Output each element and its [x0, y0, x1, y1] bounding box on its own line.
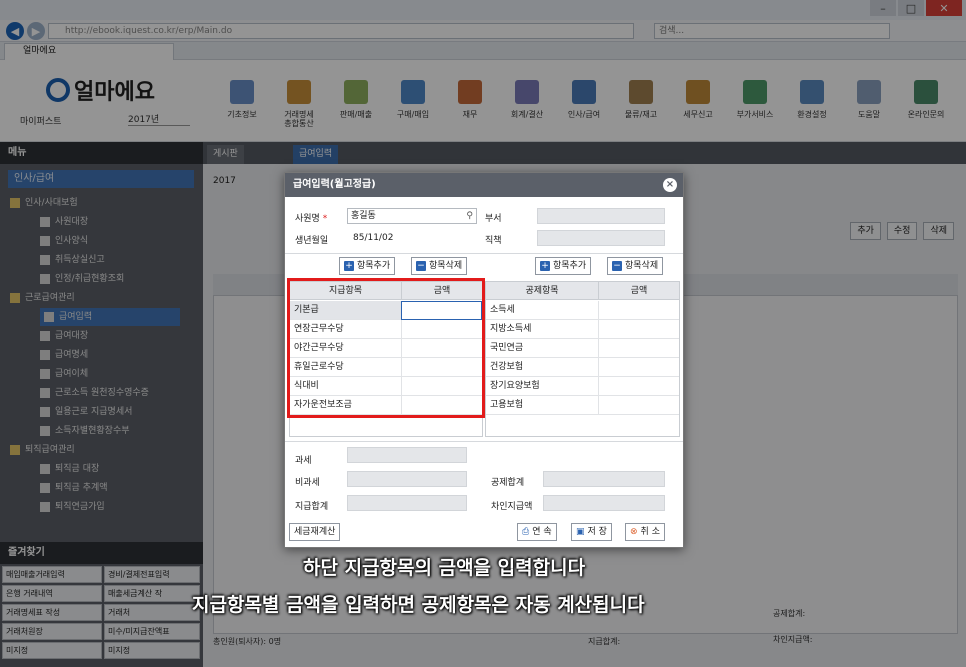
deduct-total-label: 공제합계 [491, 478, 525, 488]
grid-item-name: 지방소득세 [486, 320, 598, 339]
position-label: 직책 [485, 236, 502, 246]
grid-amount-input[interactable] [598, 301, 679, 320]
minus-icon: − [416, 261, 426, 271]
emp-name-value: 홍길동 [351, 211, 376, 221]
grid-item-name: 국민연금 [486, 339, 598, 358]
dialog-title: 급여입력(월고정급) [285, 173, 683, 197]
plus-icon: + [344, 261, 354, 271]
recalc-tax-button[interactable]: 세금재계산 [289, 523, 341, 541]
continue-icon: ⎙ [522, 527, 530, 537]
cancel-icon: ⊗ [630, 527, 638, 537]
subtitle-line-2: 지급항목별 금액을 입력하면 공제항목은 자동 계산됩니다 [192, 594, 645, 616]
minus-icon: − [612, 261, 622, 271]
emp-name-label: 사원명 * [295, 214, 328, 224]
birth-label: 생년월일 [295, 236, 329, 246]
birth-value: 85/11/02 [353, 233, 394, 243]
grid-amount-input[interactable] [598, 396, 679, 415]
position-field [537, 230, 665, 246]
cancel-button[interactable]: ⊗ 취 소 [625, 523, 665, 541]
grid-item-name: 장기요양보험 [486, 377, 598, 396]
deduct-items-grid: 공제항목 금액 소득세 지방소득세 국민연금 건강보험 장기요양보험 고용보험 [485, 281, 680, 437]
grid-item-name: 소득세 [486, 301, 598, 320]
net-pay-field [543, 495, 665, 511]
save-icon: ▣ [576, 527, 585, 537]
pay-total-label: 지급합계 [295, 502, 329, 512]
pay-total-field [347, 495, 467, 511]
emp-name-input[interactable]: 홍길동 ⚲ [347, 208, 477, 224]
continue-button[interactable]: ⎙ 연 속 [517, 523, 557, 541]
dept-label: 부서 [485, 214, 502, 224]
grid-amount-input[interactable] [598, 320, 679, 339]
deduct-add-item-button[interactable]: + 항목추가 [535, 257, 592, 275]
plus-icon: + [540, 261, 550, 271]
grid-item-name: 고용보험 [486, 396, 598, 415]
pay-add-item-button[interactable]: + 항목추가 [339, 257, 396, 275]
dialog-close-icon[interactable]: × [663, 178, 677, 192]
grid-header-cell: 공제항목 [486, 282, 598, 300]
grid-header-cell: 금액 [598, 282, 679, 300]
taxable-label: 과세 [295, 456, 312, 466]
taxable-field [347, 447, 467, 463]
grid-amount-input[interactable] [598, 377, 679, 396]
highlight-box [287, 278, 485, 418]
pay-del-item-button[interactable]: − 항목삭제 [411, 257, 468, 275]
subtitle-line-1: 하단 지급항목의 금액을 입력합니다 [303, 557, 586, 579]
nontaxable-label: 비과세 [295, 478, 320, 488]
net-pay-label: 차인지급액 [491, 502, 533, 512]
grid-amount-input[interactable] [598, 358, 679, 377]
dept-field [537, 208, 665, 224]
save-button[interactable]: ▣ 저 장 [571, 523, 612, 541]
nontaxable-field [347, 471, 467, 487]
payroll-dialog: 급여입력(월고정급) × 사원명 * 홍길동 ⚲ 부서 생년월일 85/11/0… [284, 172, 684, 548]
search-icon[interactable]: ⚲ [466, 209, 473, 223]
grid-amount-input[interactable] [598, 339, 679, 358]
grid-item-name: 건강보험 [486, 358, 598, 377]
deduct-total-field [543, 471, 665, 487]
deduct-del-item-button[interactable]: − 항목삭제 [607, 257, 664, 275]
